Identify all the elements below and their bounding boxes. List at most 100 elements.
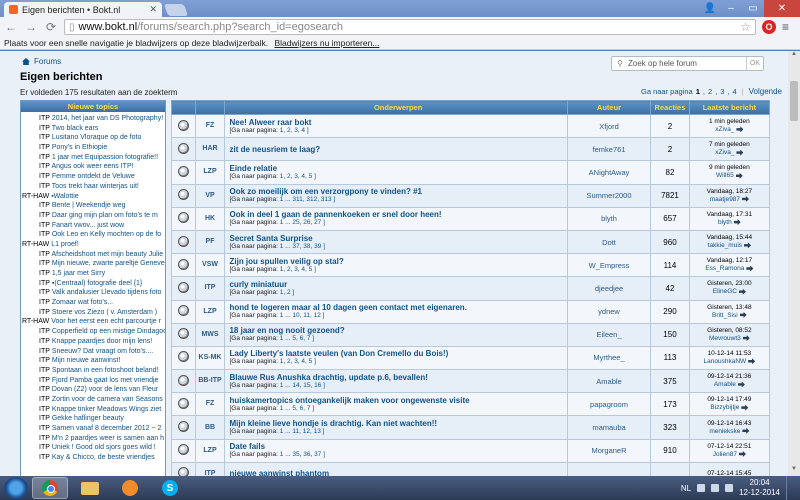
topic-author[interactable]: Myrthee_ [566,345,652,371]
last-post-user[interactable]: Bizzybijtje [690,404,769,412]
last-post-username[interactable]: Bizzybijtje [710,404,739,411]
sidebar-topic-item[interactable]: RT-HAW ▪Walottie [21,192,165,202]
sidebar-topic-item[interactable]: ITP Copperfield op een mistige Dindagoc [21,327,165,337]
sidebar-topic-link[interactable]: Voor het eerst een echt parcourtje r [51,318,161,325]
sidebar-topic-link[interactable]: Knappe tinker Meadows Wings ziet [52,406,161,413]
opera-extension-icon[interactable]: O [762,20,776,34]
page-links-list[interactable]: 1, 2 ] [280,289,294,296]
sidebar-topic-link[interactable]: Ook Leo en Kelly mochten op de fo [52,231,161,238]
topic-title-link[interactable]: Mijn kleine lieve hondje is drachtig. Ka… [229,419,566,428]
sidebar-topic-link[interactable]: Valk andalusier Llevado tijdens foto [52,289,162,296]
page-links-list[interactable]: 1 ... 10, 11, 12 ] [280,312,325,319]
clock[interactable]: 20:04 12-12-2014 [739,478,780,498]
last-post-user[interactable]: Amable [690,381,769,389]
bookmark-star-icon[interactable]: ☆ [740,20,751,34]
sidebar-topic-item[interactable]: ITP Knappe tinker Meadows Wings ziet [21,405,165,415]
sidebar-topic-item[interactable]: ITP Uniek ! Good old sjors goes wild ! [21,443,165,453]
maximize-button[interactable]: ▭ [742,0,764,17]
last-post-username[interactable]: takkie_muis [708,242,742,249]
topic-author[interactable]: MorganeR [566,438,652,463]
page-links-list[interactable]: 1 ... 37, 38, 39 ] [280,243,325,250]
address-bar[interactable]: ▯ www.bokt.nl/forums/search.php?search_i… [64,19,756,35]
goto-last-post-icon[interactable] [742,427,750,434]
header-replies[interactable]: Reacties [650,100,690,115]
sidebar-topic-item[interactable]: ITP M'n 2 paardjes weer is samen aan h [21,434,165,444]
sidebar-topic-link[interactable]: L1 proef! [51,241,79,248]
topic-author[interactable]: ydnew [566,299,652,324]
sidebar-topic-link[interactable]: Afscheidshoot met mijn beauty Julie [51,251,163,258]
sidebar-topic-link[interactable]: ▪(Centraal) fotografie deel {1} [52,280,142,287]
goto-last-post-icon[interactable] [746,265,754,272]
taskbar-explorer[interactable] [72,477,108,499]
header-topics[interactable]: Onderwerpen [224,100,568,115]
sidebar-topic-item[interactable]: ITP 1,5 jaar met Sirry [21,269,165,279]
last-post-username[interactable]: blyth [718,219,732,226]
last-post-username[interactable]: LanoushkaNW [704,358,747,365]
sidebar-topic-link[interactable]: Samen vanaf 8 december 2012 ~ 2 [52,425,162,432]
goto-last-post-icon[interactable] [733,219,741,226]
last-post-username[interactable]: meniekske [709,428,740,435]
last-post-username[interactable]: Jolien87 [713,451,737,458]
scroll-down-icon[interactable]: ▼ [788,466,800,476]
goto-last-post-icon[interactable] [738,451,746,457]
last-post-user[interactable]: Britt_Sisi [690,312,769,320]
scroll-up-icon[interactable]: ▲ [788,51,800,61]
topic-author[interactable]: djeedjee [566,276,652,301]
sidebar-topic-item[interactable]: ITP Dovan (Z2) voor de lens van Fleur [21,385,165,395]
goto-last-post-icon[interactable] [742,195,750,202]
close-window-button[interactable]: ✕ [764,0,800,17]
page-links-list[interactable]: 1 ... 35, 36, 37 ] [280,451,325,458]
goto-last-post-icon[interactable] [736,149,744,156]
goto-last-post-icon[interactable] [739,311,747,318]
topic-author[interactable]: papagroom [566,392,652,417]
goto-last-post-icon[interactable] [744,242,752,249]
last-post-username[interactable]: ElineGC [713,288,737,295]
sidebar-topic-item[interactable]: RT-HAW Voor het eerst een echt parcourtj… [21,317,165,327]
sidebar-topic-link[interactable]: Daar ging mijn plan om foto's te m [52,212,158,219]
topic-author[interactable]: ANightAway [566,160,652,185]
sidebar-topic-item[interactable]: ITP Lusitano Vloraque op de foto [21,133,165,143]
volume-icon[interactable] [725,484,734,492]
topic-forum-code[interactable]: FZ [194,392,226,417]
scrollbar-thumb[interactable] [790,81,798,121]
topic-forum-code[interactable]: KS-MK [194,345,226,371]
topic-title-link[interactable]: Lady Liberty's laatste veulen (van Don C… [229,349,566,358]
sidebar-topic-item[interactable]: ITP Kay & Chicco, de beste vriendjes [21,453,165,463]
last-post-user[interactable]: Ess_Ramona [690,265,769,273]
topic-title-link[interactable]: Secret Santa Surprise [229,234,566,243]
last-post-user[interactable]: xZiva_ [690,149,769,157]
topic-author[interactable]: mamauba [566,415,652,440]
sidebar-topic-item[interactable]: ITP Knappe paardjes door mijn lens! [21,337,165,347]
taskbar-media-player[interactable] [112,477,148,499]
sidebar-topic-link[interactable]: Sneeuw? Dat vraagt om foto's.... [52,348,153,355]
topic-title-link[interactable]: 18 jaar en nog nooit gezoend? [229,326,566,335]
last-post-user[interactable]: LanoushkaNW [690,358,769,366]
topic-author[interactable]: Xfjord [566,113,652,139]
last-post-username[interactable]: Will65 [716,172,734,179]
page-link-3[interactable]: 3 [720,87,724,96]
topic-title-link[interactable]: Date fails [229,442,566,451]
page-links-list[interactable]: 1 ... 5, 6, 7 ] [280,335,314,342]
menu-icon[interactable]: ≡ [782,20,796,34]
sidebar-topic-link[interactable]: Knappe paardjes door mijn lens! [52,338,152,345]
sidebar-topic-item[interactable]: ITP Fanart vwov... just wow [21,221,165,231]
taskbar-skype[interactable]: S [152,477,188,499]
topic-title-link[interactable]: Ook zo moeilijk om een verzorgpony te vi… [229,187,566,196]
page-links-list[interactable]: 1, 2, 3, 4, 5 ] [280,358,316,365]
sidebar-topic-item[interactable]: ITP Femme ontdekt de Veluwe [21,172,165,182]
topic-title-link[interactable]: zit de neusriem te laag? [229,145,566,154]
header-last-post[interactable]: Laatste bericht [688,100,771,115]
goto-last-post-icon[interactable] [737,381,745,388]
topic-title-link[interactable]: huiskamertopics ontoegankelijk maken voo… [229,396,566,405]
topic-forum-code[interactable]: ITP [194,276,226,301]
goto-last-post-icon[interactable] [741,404,749,411]
sidebar-topic-item[interactable]: ITP Toos trekt haar winterjas uit! [21,182,165,192]
last-post-username[interactable]: Mevrouwt3 [709,335,741,342]
topic-title-link[interactable]: hond te logeren maar al 10 dagen geen co… [229,303,566,312]
back-arrow-icon[interactable]: ← [4,20,18,34]
sidebar-topic-link[interactable]: 2014, het jaar van DS Photography! [52,115,163,122]
sidebar-topic-item[interactable]: ITP Pony's in Ethiopie [21,143,165,153]
minimize-button[interactable]: – [720,0,742,17]
user-icon[interactable]: 👤 [700,0,720,17]
last-post-username[interactable]: Britt_Sisi [712,312,738,319]
